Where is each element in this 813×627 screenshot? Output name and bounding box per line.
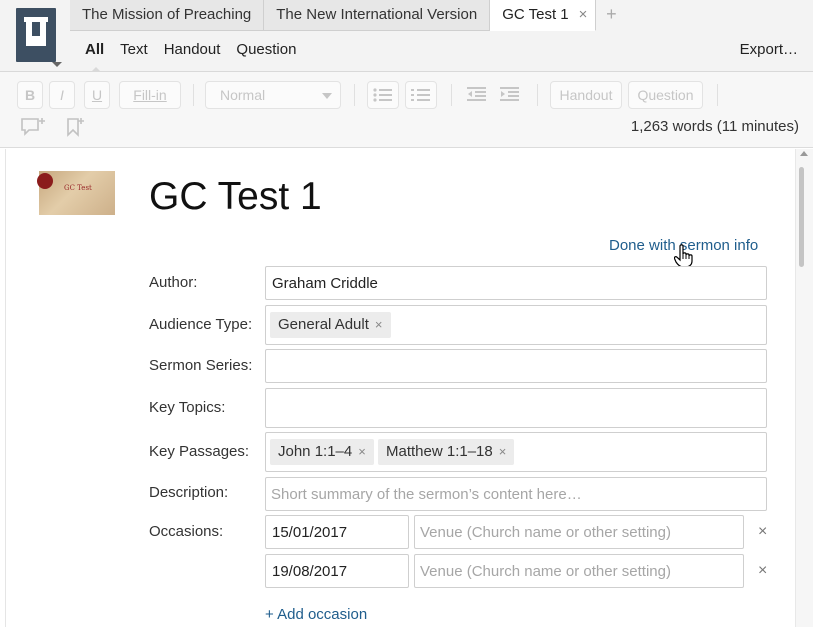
app-logo-menu-button[interactable] <box>16 8 56 62</box>
passage-chip-label: John 1:1–4 <box>278 443 353 460</box>
document-tabs: The Mission of Preaching The New Interna… <box>70 0 626 31</box>
numbered-list-icon <box>411 89 430 101</box>
paragraph-style-value: Normal <box>220 87 266 103</box>
handout-button[interactable]: Handout <box>550 81 622 109</box>
filter-handout[interactable]: Handout <box>164 41 221 58</box>
tab-label: The New International Version <box>276 6 478 23</box>
document-title[interactable]: GC Test 1 <box>149 175 322 219</box>
add-occasion-link[interactable]: + Add occasion <box>265 606 367 623</box>
tab-label: GC Test 1 <box>502 6 569 23</box>
underline-button[interactable]: U <box>84 81 110 109</box>
vertical-scrollbar[interactable] <box>795 149 813 627</box>
description-placeholder: Short summary of the sermon’s content he… <box>271 486 582 503</box>
fill-in-button[interactable]: Fill-in <box>119 81 181 109</box>
toolbar-divider <box>717 84 718 106</box>
wax-seal-decoration <box>37 173 53 189</box>
close-icon[interactable]: × <box>579 0 588 30</box>
key-topics-label: Key Topics: <box>149 399 226 416</box>
occasion-date-field[interactable]: 19/08/2017 <box>265 554 409 588</box>
passage-chip: John 1:1–4 × <box>270 439 374 465</box>
occasion-date-value: 19/08/2017 <box>272 563 348 580</box>
bulleted-list-icon <box>373 88 392 102</box>
word-count: 1,263 words (11 minutes) <box>630 118 799 135</box>
occasion-venue-field[interactable]: Venue (Church name or other setting) <box>414 515 744 549</box>
italic-button[interactable]: I <box>49 81 75 109</box>
bulleted-list-button[interactable] <box>367 81 399 109</box>
bookmark-add-icon[interactable] <box>66 117 86 137</box>
paragraph-style-select[interactable]: Normal <box>205 81 341 109</box>
occasion-venue-placeholder: Venue (Church name or other setting) <box>420 524 671 541</box>
toolbar-divider <box>537 84 538 106</box>
filter-tabs: All Text Handout Question <box>85 41 312 73</box>
audience-type-label: Audience Type: <box>149 316 253 333</box>
add-comment-icon[interactable] <box>21 117 47 137</box>
occasion-date-field[interactable]: 15/01/2017 <box>265 515 409 549</box>
tab-mission-of-preaching[interactable]: The Mission of Preaching <box>70 0 265 31</box>
chevron-down-icon <box>322 93 332 99</box>
question-button[interactable]: Question <box>628 81 703 109</box>
remove-occasion-icon[interactable]: × <box>758 562 767 580</box>
toolbar-divider <box>193 84 194 106</box>
audience-chip: General Adult × <box>270 312 391 338</box>
outdent-icon[interactable] <box>467 86 487 102</box>
sermon-series-label: Sermon Series: <box>149 357 253 374</box>
key-passages-field[interactable]: John 1:1–4 × Matthew 1:1–18 × <box>265 432 767 472</box>
toolbar-divider <box>451 84 452 106</box>
scrollbar-thumb[interactable] <box>799 167 804 267</box>
passage-chip: Matthew 1:1–18 × <box>378 439 515 465</box>
indent-icon[interactable] <box>500 86 520 102</box>
key-topics-field[interactable] <box>265 388 767 428</box>
logo-dropdown-icon[interactable] <box>52 62 62 67</box>
description-label: Description: <box>149 484 229 501</box>
hand-pointer-cursor-icon <box>674 244 693 268</box>
bold-button[interactable]: B <box>17 81 43 109</box>
filter-all[interactable]: All <box>85 41 104 73</box>
top-bar: The Mission of Preaching The New Interna… <box>0 0 813 73</box>
occasion-venue-placeholder: Venue (Church name or other setting) <box>420 563 671 580</box>
audience-chip-label: General Adult <box>278 316 369 333</box>
remove-occasion-icon[interactable]: × <box>758 523 767 541</box>
description-field[interactable]: Short summary of the sermon’s content he… <box>265 477 767 511</box>
sermon-thumbnail-image[interactable]: GC Test <box>37 171 115 215</box>
filter-text[interactable]: Text <box>120 41 148 58</box>
passage-chip-label: Matthew 1:1–18 <box>386 443 493 460</box>
author-label: Author: <box>149 274 198 291</box>
sermon-series-field[interactable] <box>265 349 767 383</box>
occasion-venue-field[interactable]: Venue (Church name or other setting) <box>414 554 744 588</box>
logo-icon <box>24 17 48 46</box>
scroll-up-arrow-icon[interactable] <box>800 151 808 156</box>
remove-chip-icon[interactable]: × <box>499 444 507 459</box>
toolbar-divider <box>354 84 355 106</box>
audience-type-field[interactable]: General Adult × <box>265 305 767 345</box>
author-value: Graham Criddle <box>272 275 378 292</box>
remove-chip-icon[interactable]: × <box>358 444 366 459</box>
numbered-list-button[interactable] <box>405 81 437 109</box>
export-button[interactable]: Export… <box>740 41 798 58</box>
filter-question[interactable]: Question <box>236 41 296 58</box>
formatting-toolbar: B I U Fill-in Normal Handout Question 1,… <box>0 72 813 148</box>
author-field[interactable]: Graham Criddle <box>265 266 767 300</box>
remove-chip-icon[interactable]: × <box>375 317 383 332</box>
tab-gc-test-1[interactable]: GC Test 1 × <box>490 0 597 31</box>
new-tab-button[interactable]: + <box>596 0 626 31</box>
occasion-date-value: 15/01/2017 <box>272 524 348 541</box>
occasions-label: Occasions: <box>149 523 224 540</box>
key-passages-label: Key Passages: <box>149 443 250 460</box>
thumbnail-text: GC Test <box>64 184 92 192</box>
tab-label: The Mission of Preaching <box>82 6 252 23</box>
tab-new-international-version[interactable]: The New International Version <box>264 0 491 31</box>
